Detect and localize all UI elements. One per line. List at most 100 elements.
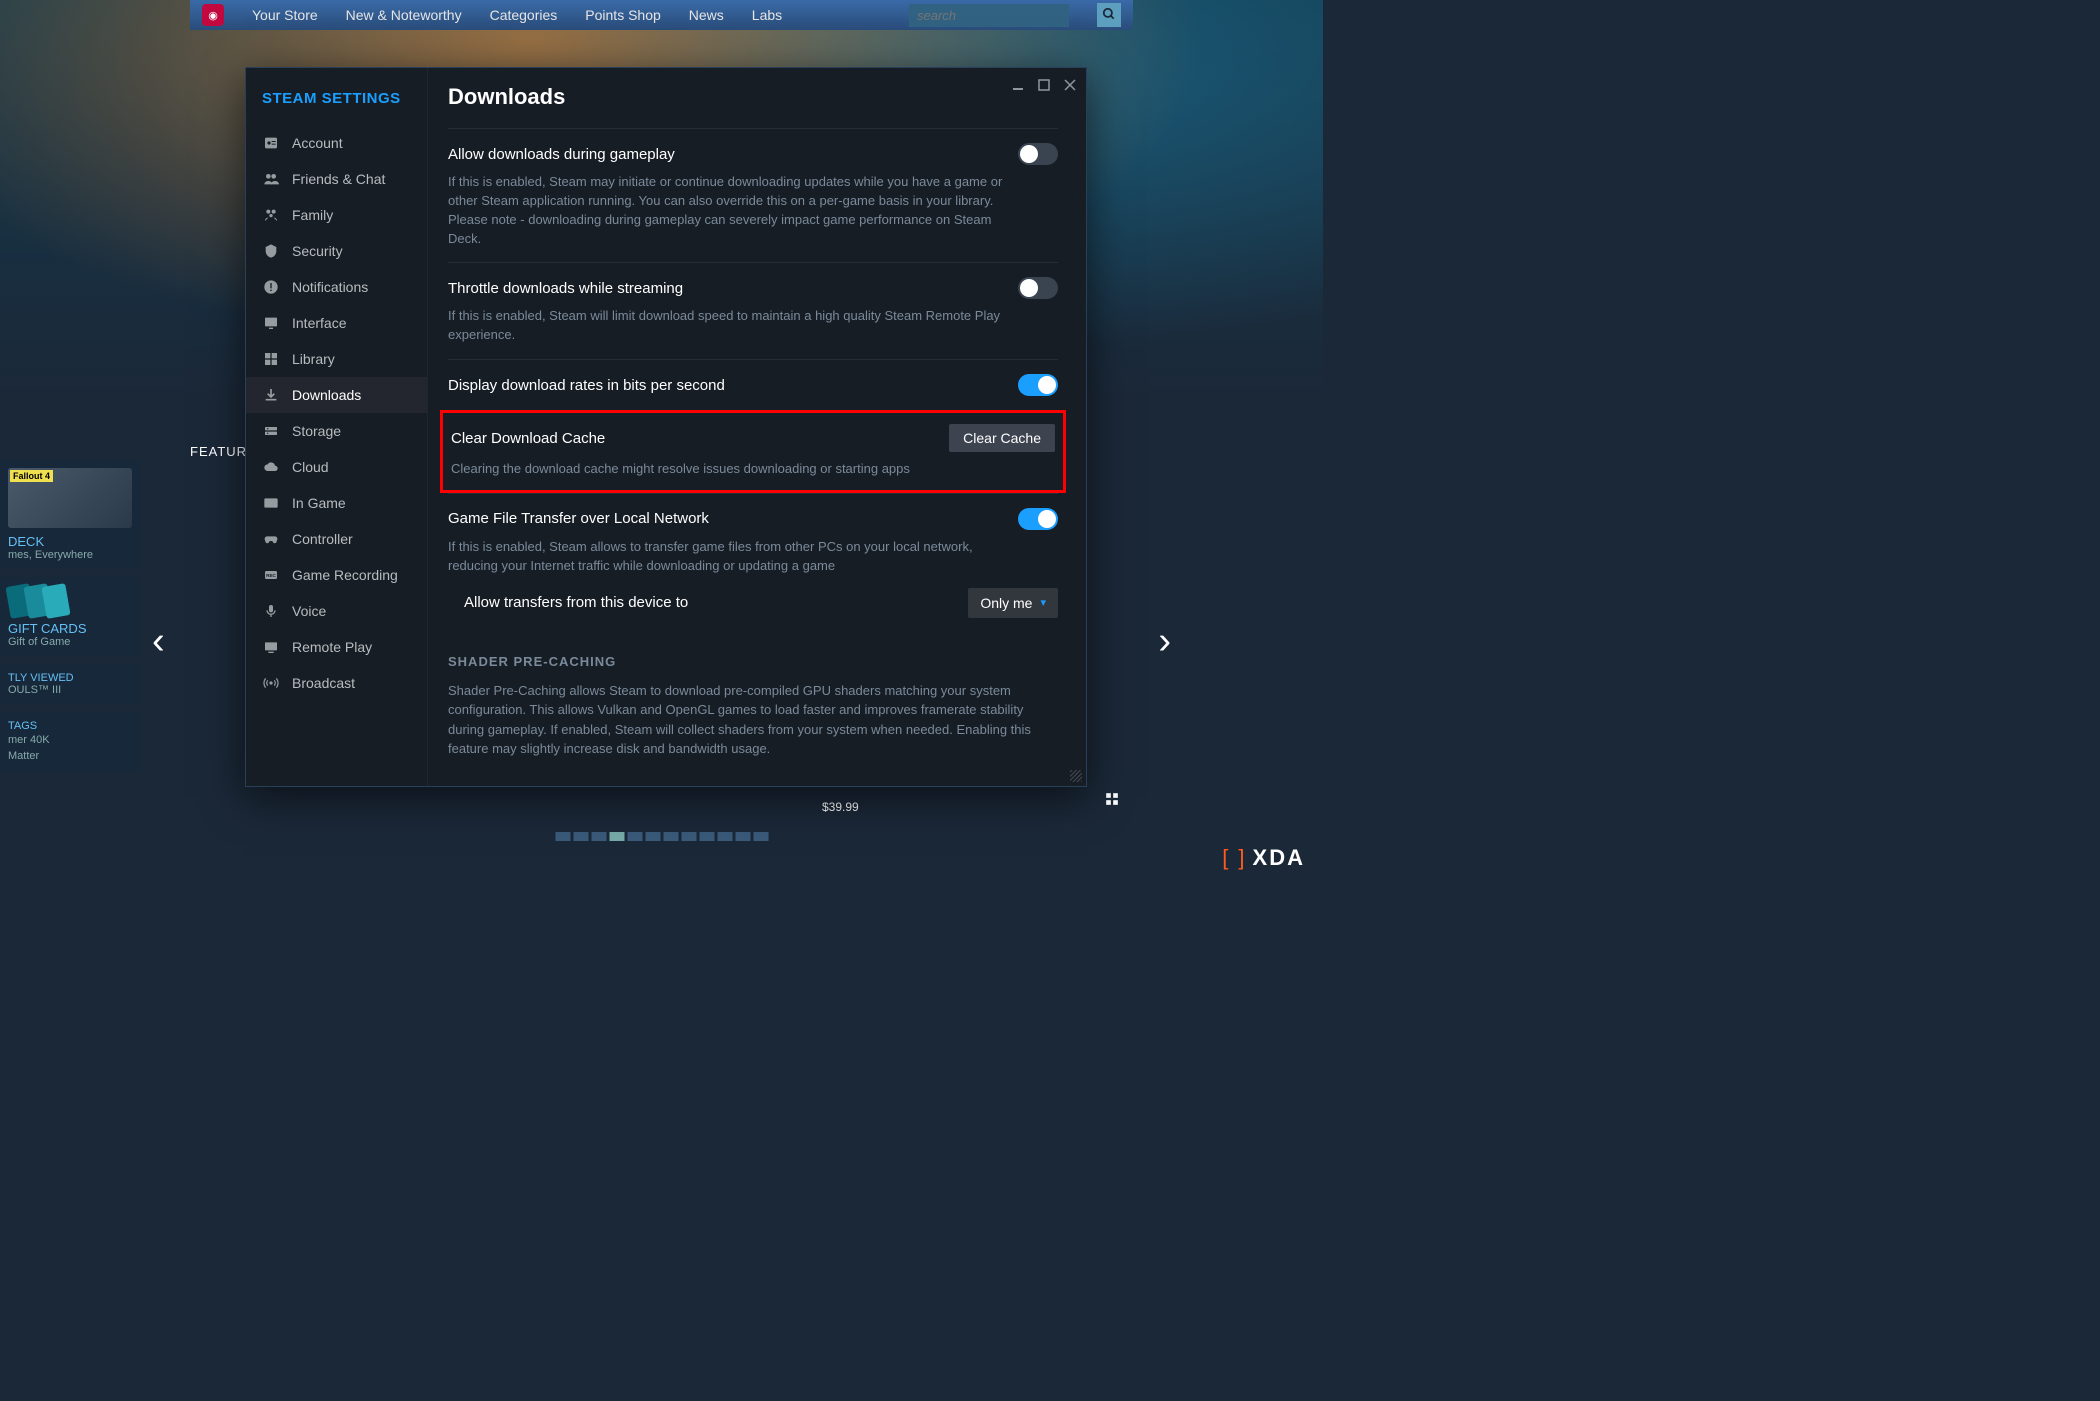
toggle-bits-per-second[interactable]: [1018, 374, 1058, 396]
nav-categories[interactable]: Categories: [490, 7, 558, 23]
nav-news[interactable]: News: [689, 7, 724, 23]
sidebar-item-label: Game Recording: [292, 567, 398, 583]
setting-title: Game File Transfer over Local Network: [448, 510, 709, 527]
ingame-icon: [262, 494, 280, 512]
carousel-dots: [555, 832, 768, 841]
steam-deck-promo[interactable]: Fallout 4 DECK mes, Everywhere: [0, 460, 140, 569]
nav-labs[interactable]: Labs: [752, 7, 782, 23]
page-dot[interactable]: [699, 832, 714, 841]
sidebar-item-cloud[interactable]: Cloud: [246, 449, 427, 485]
sidebar-item-ingame[interactable]: In Game: [246, 485, 427, 521]
search-button[interactable]: [1097, 3, 1121, 27]
setting-description: If this is enabled, Steam will limit dow…: [448, 307, 1008, 345]
sidebar-item-family[interactable]: Family: [246, 197, 427, 233]
sidebar-item-library[interactable]: Library: [246, 341, 427, 377]
nav-your-store[interactable]: Your Store: [252, 7, 318, 23]
featured-label: FEATUR: [190, 444, 247, 459]
search-icon: [1102, 7, 1116, 24]
sidebar-item-notifications[interactable]: Notifications: [246, 269, 427, 305]
giftcards-art: [8, 585, 132, 617]
page-dot[interactable]: [627, 832, 642, 841]
store-topnav: ◉ Your Store New & Noteworthy Categories…: [190, 0, 1133, 30]
tags-section: TAGS mer 40K Matter: [0, 712, 140, 772]
sidebar-item-storage[interactable]: Storage: [246, 413, 427, 449]
settings-main-panel: Downloads Allow downloads during gamepla…: [428, 68, 1086, 786]
sidebar-item-label: Friends & Chat: [292, 171, 385, 187]
deck-title: DECK: [8, 534, 132, 549]
notifications-icon: [262, 278, 280, 296]
page-title: Downloads: [448, 84, 1058, 110]
resize-grip[interactable]: [1070, 770, 1082, 782]
search-input[interactable]: [909, 4, 1069, 27]
grid-view-icon[interactable]: [1105, 792, 1119, 809]
nav-points-shop[interactable]: Points Shop: [585, 7, 661, 23]
setting-throttle-streaming: Throttle downloads while streaming If th…: [448, 262, 1058, 359]
page-dot[interactable]: [753, 832, 768, 841]
gift-cards-promo[interactable]: GIFT CARDS Gift of Game: [0, 577, 140, 656]
toggle-allow-during-gameplay[interactable]: [1018, 143, 1058, 165]
sidebar-item-label: Notifications: [292, 279, 368, 295]
dropdown-value: Only me: [980, 595, 1032, 611]
toggle-throttle-streaming[interactable]: [1018, 277, 1058, 299]
family-icon: [262, 206, 280, 224]
broadcast-icon: [262, 674, 280, 692]
cloud-icon: [262, 458, 280, 476]
carousel-next-button[interactable]: ›: [1158, 620, 1171, 663]
sidebar-item-label: Security: [292, 243, 343, 259]
sidebar-item-friends[interactable]: Friends & Chat: [246, 161, 427, 197]
sidebar-item-recording[interactable]: RECGame Recording: [246, 557, 427, 593]
maximize-button[interactable]: [1038, 78, 1050, 94]
page-dot[interactable]: [591, 832, 606, 841]
tag-item[interactable]: mer 40K: [8, 732, 132, 748]
featured-price: $39.99: [822, 800, 859, 814]
carousel-prev-button[interactable]: ‹: [152, 620, 165, 663]
settings-sidebar: STEAM SETTINGS Account Friends & Chat Fami…: [246, 68, 428, 786]
chevron-right-icon: ›: [1158, 620, 1171, 662]
remoteplay-icon: [262, 638, 280, 656]
controller-icon: [262, 530, 280, 548]
sidebar-item-remoteplay[interactable]: Remote Play: [246, 629, 427, 665]
subsetting-allow-transfers: Allow transfers from this device to Only…: [448, 576, 1058, 622]
minimize-button[interactable]: [1012, 78, 1024, 94]
setting-bits-per-second: Display download rates in bits per secon…: [448, 359, 1058, 410]
fallout-badge: Fallout 4: [10, 470, 53, 482]
sidebar-item-controller[interactable]: Controller: [246, 521, 427, 557]
toggle-local-transfer[interactable]: [1018, 508, 1058, 530]
setting-description: If this is enabled, Steam allows to tran…: [448, 538, 1008, 576]
allow-transfers-dropdown[interactable]: Only me ▾: [968, 588, 1058, 618]
sidebar-item-broadcast[interactable]: Broadcast: [246, 665, 427, 701]
recently-viewed-item[interactable]: OULS™ III: [8, 684, 132, 696]
recently-viewed: TLY VIEWED OULS™ III: [0, 664, 140, 704]
sidebar-item-voice[interactable]: Voice: [246, 593, 427, 629]
shader-precaching-header: SHADER PRE-CACHING: [448, 654, 1058, 669]
close-button[interactable]: [1064, 78, 1076, 94]
sidebar-item-account[interactable]: Account: [246, 125, 427, 161]
page-dot[interactable]: [555, 832, 570, 841]
sidebar-item-security[interactable]: Security: [246, 233, 427, 269]
page-dot[interactable]: [609, 832, 624, 841]
page-dot[interactable]: [735, 832, 750, 841]
sidebar-item-label: In Game: [292, 495, 346, 511]
clear-cache-button[interactable]: Clear Cache: [949, 424, 1055, 452]
nav-new-noteworthy[interactable]: New & Noteworthy: [346, 7, 462, 23]
setting-description: If this is enabled, Steam may initiate o…: [448, 173, 1008, 248]
sidebar-item-label: Family: [292, 207, 333, 223]
tag-item[interactable]: Matter: [8, 748, 132, 764]
page-dot[interactable]: [573, 832, 588, 841]
setting-title: Throttle downloads while streaming: [448, 280, 683, 297]
page-dot[interactable]: [645, 832, 660, 841]
downloads-icon: [262, 386, 280, 404]
sidebar-item-interface[interactable]: Interface: [246, 305, 427, 341]
sidebar-item-label: Broadcast: [292, 675, 355, 691]
library-icon: [262, 350, 280, 368]
page-dot[interactable]: [717, 832, 732, 841]
giftcards-title: GIFT CARDS: [8, 621, 132, 636]
sidebar-title: STEAM SETTINGS: [246, 82, 427, 125]
sidebar-item-downloads[interactable]: Downloads: [246, 377, 427, 413]
page-dot[interactable]: [663, 832, 678, 841]
sidebar-item-label: Cloud: [292, 459, 329, 475]
page-dot[interactable]: [681, 832, 696, 841]
setting-title: Allow downloads during gameplay: [448, 146, 675, 163]
friends-icon: [262, 170, 280, 188]
recently-viewed-header: TLY VIEWED: [8, 672, 132, 684]
